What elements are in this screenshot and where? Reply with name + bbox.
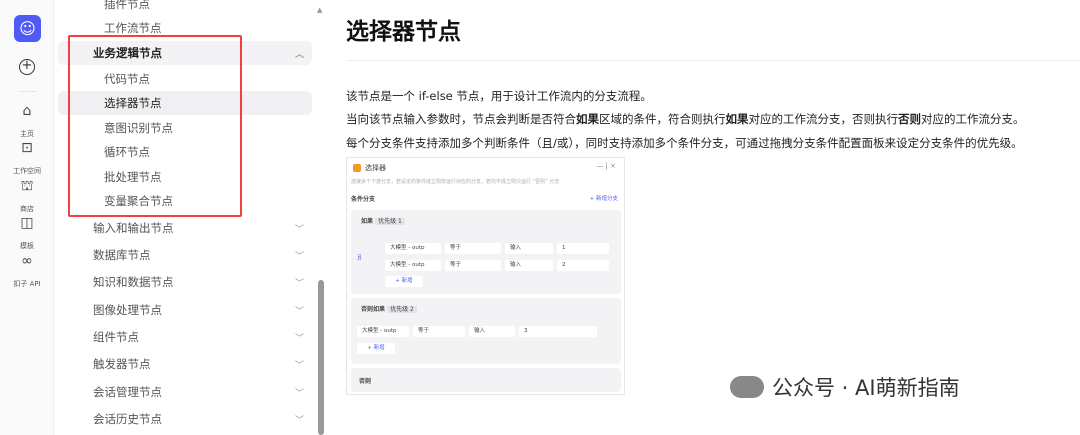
rail-item-templates[interactable]: ◫ 模板 bbox=[0, 215, 54, 252]
chevron-up-icon: ︿ bbox=[294, 49, 304, 60]
terminal-icon: ⊡ bbox=[21, 140, 33, 156]
rail-item-home[interactable]: ⌂ 主页 bbox=[0, 103, 54, 140]
scrollbar-thumb[interactable] bbox=[318, 280, 324, 435]
chevron-down-icon: ﹀ bbox=[294, 278, 304, 289]
rail-item-api[interactable]: ∞ 扣子 API bbox=[0, 253, 54, 290]
chevron-down-icon: ﹀ bbox=[294, 224, 304, 235]
chevron-down-icon: ﹀ bbox=[294, 306, 304, 317]
nav-group[interactable]: 数据库节点 ﹀ bbox=[58, 243, 312, 267]
highlight-box bbox=[68, 35, 242, 217]
chevron-down-icon: ﹀ bbox=[294, 360, 304, 371]
rail-item-workspace[interactable]: ⊡ 工作空间 bbox=[0, 140, 54, 177]
wechat-icon bbox=[730, 376, 764, 398]
selector-icon bbox=[353, 164, 361, 172]
page-title: 选择器节点 bbox=[346, 19, 461, 45]
rail-item-store[interactable]: ⛫ 商店 bbox=[0, 178, 54, 215]
paragraph: 该节点是一个 if-else 节点，用于设计工作流内的分支流程。 bbox=[346, 89, 652, 103]
close-icon: — | × bbox=[596, 162, 616, 170]
nav-group[interactable]: 会话历史节点 ﹀ bbox=[58, 407, 312, 431]
nav-group[interactable]: 输入和输出节点 ﹀ bbox=[58, 216, 312, 240]
nav-group[interactable]: 图像处理节点 ﹀ bbox=[58, 298, 312, 322]
chevron-down-icon: ﹀ bbox=[294, 333, 304, 344]
nav-group[interactable]: 组件节点 ﹀ bbox=[58, 325, 312, 349]
scroll-up-arrow[interactable]: ▲ bbox=[317, 6, 322, 14]
divider bbox=[19, 91, 36, 92]
nav-group[interactable]: 触发器节点 ﹀ bbox=[58, 352, 312, 376]
watermark: 公众号 · AI萌新指南 bbox=[730, 372, 960, 402]
chevron-down-icon: ﹀ bbox=[294, 251, 304, 262]
chevron-down-icon: ﹀ bbox=[294, 388, 304, 399]
selector-node-screenshot: 选择器 — | × 连接多个下游分支，若设定的条件成立则仅运行对应的分支，若均不… bbox=[346, 157, 625, 395]
nav-item[interactable]: 插件节点 bbox=[58, 0, 312, 16]
divider bbox=[346, 60, 1080, 61]
paragraph: 每个分支条件支持添加多个判断条件（且/或），同时支持添加多个条件分支，可通过拖拽… bbox=[346, 136, 1023, 150]
nav-group[interactable]: 知识和数据节点 ﹀ bbox=[58, 270, 312, 294]
home-icon: ⌂ bbox=[22, 103, 32, 119]
left-rail: ☺ + ⌂ 主页 ⊡ 工作空间 ⛫ 商店 ◫ 模板 ∞ 扣子 API bbox=[0, 0, 54, 435]
app-logo[interactable]: ☺ bbox=[14, 15, 41, 42]
store-icon: ⛫ bbox=[20, 178, 34, 194]
paragraph: 当向该节点输入参数时，节点会判断是否符合如果区域的条件，符合则执行如果对应的工作… bbox=[346, 112, 1025, 126]
link-icon: ∞ bbox=[21, 253, 33, 269]
chevron-down-icon: ﹀ bbox=[294, 415, 304, 426]
create-icon[interactable]: + bbox=[19, 59, 35, 75]
template-icon: ◫ bbox=[20, 215, 34, 231]
nav-group[interactable]: 会话管理节点 ﹀ bbox=[58, 380, 312, 404]
